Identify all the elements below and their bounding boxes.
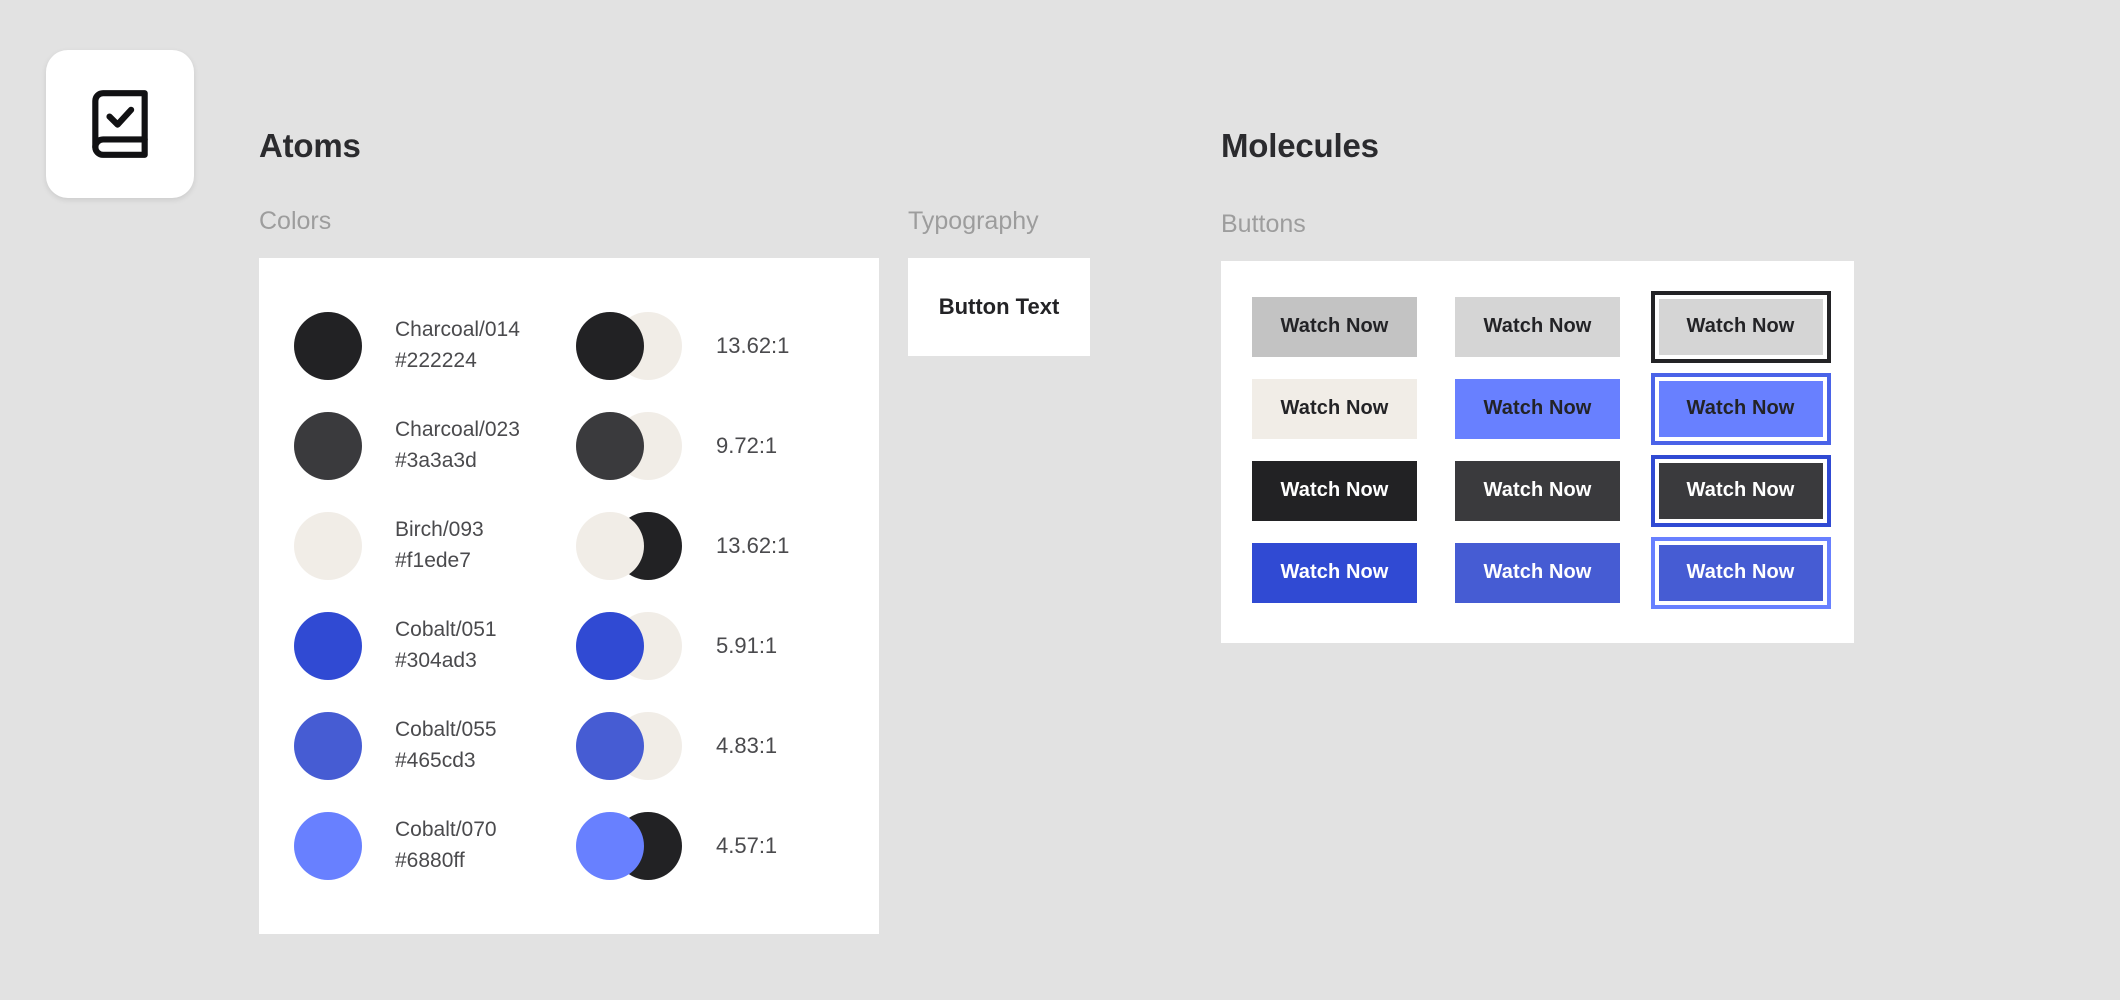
watch-now-button[interactable]: Watch Now: [1455, 542, 1620, 603]
color-meta: Birch/093 #f1ede7: [395, 515, 570, 576]
contrast-pair-front: [576, 811, 644, 880]
typography-sample: Button Text: [938, 293, 1060, 319]
button-cell: Watch Now: [1647, 290, 1835, 363]
contrast-pair: [576, 711, 686, 780]
book-check-icon: [83, 87, 157, 161]
button-cell: Watch Now: [1647, 372, 1835, 445]
button-cell: Watch Now: [1241, 542, 1429, 603]
watch-now-button-focused[interactable]: Watch Now: [1650, 372, 1831, 445]
app-logo-tile[interactable]: [46, 50, 194, 198]
typography-group-label: Typography: [908, 207, 1039, 235]
color-row[interactable]: Cobalt/070 #6880ff 4.57:1: [259, 796, 879, 896]
contrast-ratio: 4.83:1: [716, 732, 778, 758]
color-hex: #304ad3: [395, 648, 477, 672]
button-cell: Watch Now: [1444, 542, 1632, 603]
watch-now-button[interactable]: Watch Now: [1455, 296, 1620, 357]
color-row[interactable]: Cobalt/051 #304ad3 5.91:1: [259, 596, 879, 696]
color-hex: #6880ff: [395, 848, 465, 872]
watch-now-button[interactable]: Watch Now: [1455, 460, 1620, 521]
color-swatch: [294, 411, 362, 480]
atoms-section: Atoms: [259, 127, 361, 164]
contrast-pair: [576, 411, 686, 480]
color-hex: #3a3a3d: [395, 448, 477, 472]
contrast-ratio: 4.57:1: [716, 832, 778, 858]
color-row[interactable]: Charcoal/023 #3a3a3d 9.72:1: [259, 396, 879, 496]
color-name: Charcoal/014: [395, 318, 520, 342]
color-swatch: [294, 511, 362, 580]
color-name: Cobalt/070: [395, 818, 497, 842]
color-swatch: [294, 311, 362, 380]
atoms-groups: Colors Charcoal/014 #222224 13.62:1 Char…: [259, 207, 1090, 934]
watch-now-button-focused[interactable]: Watch Now: [1650, 290, 1831, 363]
buttons-grid: Watch Now Watch Now Watch Now Watch Now …: [1221, 290, 1854, 609]
watch-now-button[interactable]: Watch Now: [1252, 378, 1417, 439]
atoms-title: Atoms: [259, 127, 361, 164]
contrast-pair-front: [576, 611, 644, 680]
button-cell: Watch Now: [1241, 460, 1429, 521]
contrast-pair: [576, 811, 686, 880]
colors-group: Colors Charcoal/014 #222224 13.62:1 Char…: [259, 207, 879, 934]
color-swatch: [294, 811, 362, 880]
color-hex: #465cd3: [395, 748, 476, 772]
colors-group-label: Colors: [259, 207, 332, 235]
contrast-pair-front: [576, 411, 644, 480]
color-meta: Cobalt/051 #304ad3: [395, 615, 570, 676]
color-meta: Cobalt/055 #465cd3: [395, 715, 570, 776]
buttons-group-label: Buttons: [1221, 210, 1306, 239]
button-cell: Watch Now: [1444, 378, 1632, 439]
contrast-pair-front: [576, 311, 644, 380]
color-swatch: [294, 711, 362, 780]
button-cell: Watch Now: [1647, 536, 1835, 609]
molecules-title: Molecules: [1221, 127, 1379, 164]
color-row[interactable]: Cobalt/055 #465cd3 4.83:1: [259, 696, 879, 796]
contrast-ratio: 13.62:1: [716, 332, 790, 358]
watch-now-button-focused[interactable]: Watch Now: [1650, 454, 1831, 527]
color-row[interactable]: Charcoal/014 #222224 13.62:1: [259, 296, 879, 396]
contrast-pair-front: [576, 711, 644, 780]
color-meta: Charcoal/023 #3a3a3d: [395, 415, 570, 476]
buttons-group: Buttons Watch Now Watch Now Watch Now Wa…: [1221, 211, 1854, 643]
color-meta: Charcoal/014 #222224: [395, 315, 570, 376]
contrast-ratio: 9.72:1: [716, 432, 778, 458]
contrast-pair: [576, 311, 686, 380]
molecules-section: Molecules Buttons Watch Now Watch Now Wa…: [1221, 127, 1854, 643]
watch-now-button[interactable]: Watch Now: [1252, 296, 1417, 357]
button-cell: Watch Now: [1647, 454, 1835, 527]
watch-now-button[interactable]: Watch Now: [1252, 460, 1417, 521]
watch-now-button-focused[interactable]: Watch Now: [1650, 536, 1831, 609]
button-cell: Watch Now: [1241, 296, 1429, 357]
color-hex: #f1ede7: [395, 548, 471, 572]
color-name: Charcoal/023: [395, 418, 520, 442]
watch-now-button[interactable]: Watch Now: [1455, 378, 1620, 439]
color-hex: #222224: [395, 348, 477, 372]
color-name: Cobalt/055: [395, 718, 497, 742]
color-row[interactable]: Birch/093 #f1ede7 13.62:1: [259, 496, 879, 596]
buttons-card: Watch Now Watch Now Watch Now Watch Now …: [1221, 260, 1854, 643]
contrast-ratio: 13.62:1: [716, 532, 790, 558]
button-cell: Watch Now: [1444, 460, 1632, 521]
colors-card: Charcoal/014 #222224 13.62:1 Charcoal/02…: [259, 257, 879, 934]
contrast-pair: [576, 511, 686, 580]
design-system-canvas: Atoms Colors Charcoal/014 #222224 13.62:…: [0, 0, 2120, 1000]
color-meta: Cobalt/070 #6880ff: [395, 815, 570, 876]
color-swatch: [294, 611, 362, 680]
typography-card: Button Text: [908, 257, 1090, 356]
typography-group: Typography Button Text: [908, 207, 1090, 356]
button-cell: Watch Now: [1444, 296, 1632, 357]
button-cell: Watch Now: [1241, 378, 1429, 439]
contrast-pair: [576, 611, 686, 680]
watch-now-button[interactable]: Watch Now: [1252, 542, 1417, 603]
contrast-pair-front: [576, 511, 644, 580]
contrast-ratio: 5.91:1: [716, 632, 778, 658]
color-name: Birch/093: [395, 518, 484, 542]
color-name: Cobalt/051: [395, 618, 497, 642]
